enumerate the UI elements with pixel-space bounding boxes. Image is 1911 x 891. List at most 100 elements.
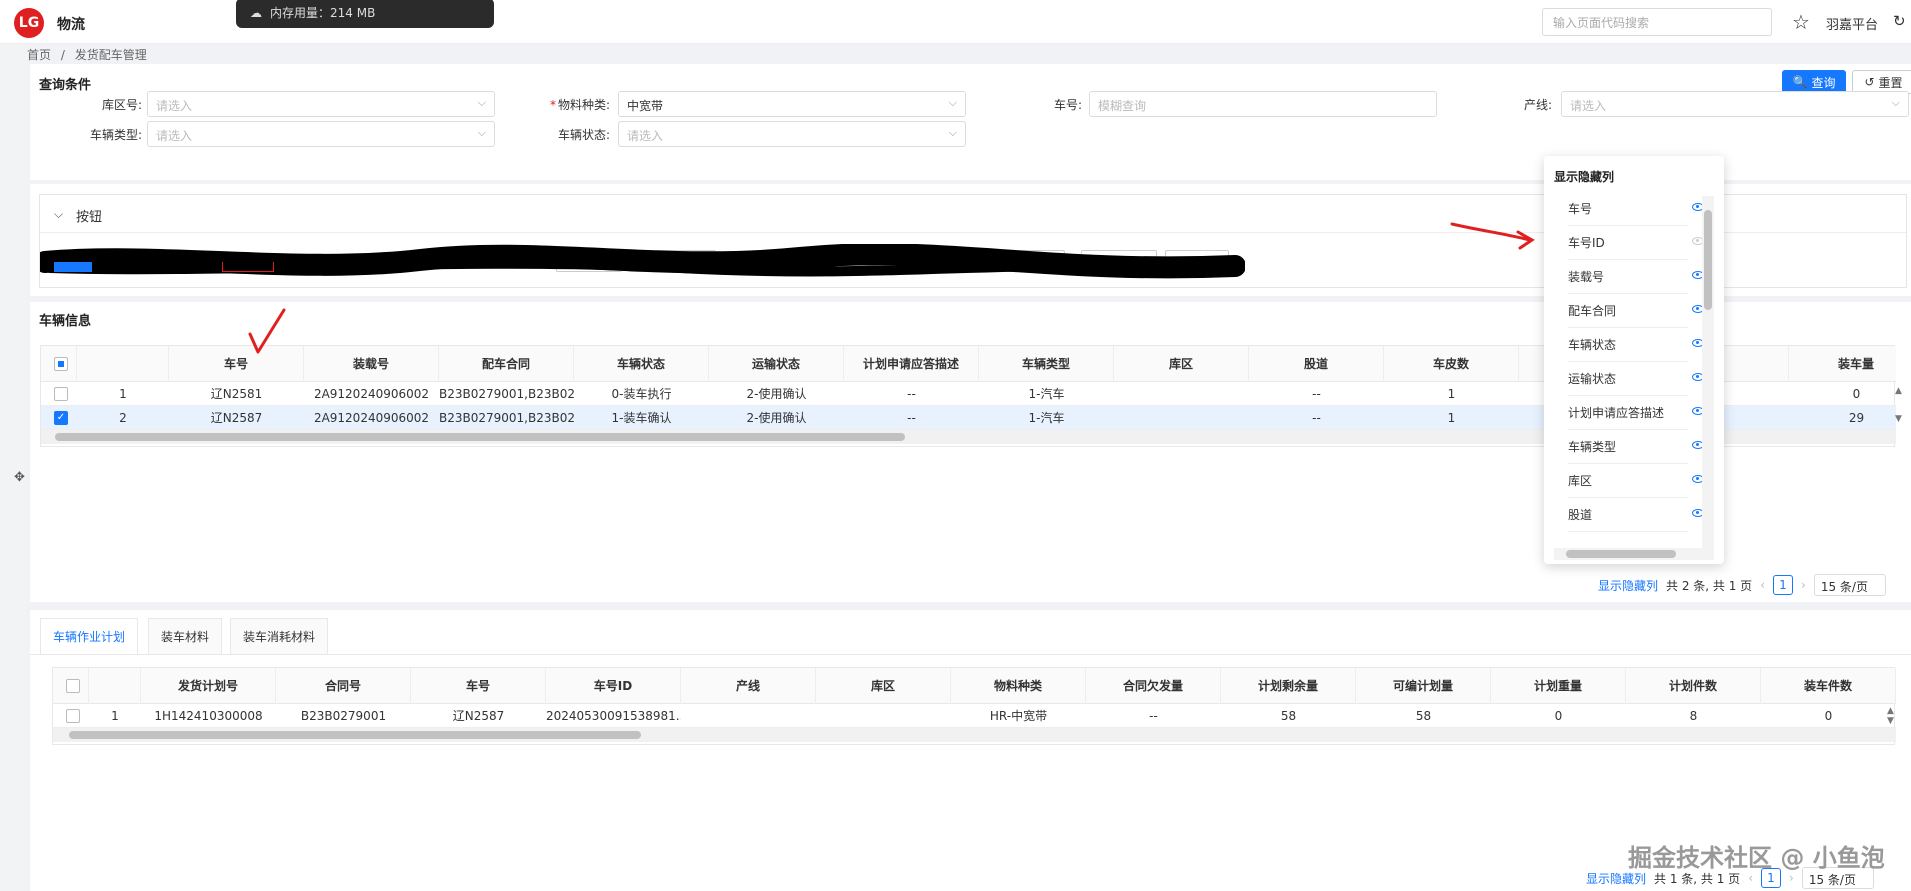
scrollbar-thumb[interactable] [55, 433, 905, 441]
column-toggle-vehicle-status[interactable]: 车辆状态 [1568, 328, 1704, 362]
buttons-panel-title: 按钮 [76, 210, 103, 225]
scrollbar-thumb[interactable] [1566, 550, 1676, 558]
scrollbar-thumb[interactable] [69, 731, 641, 739]
reset-button-label: 重置 [1878, 75, 1903, 90]
platform-name[interactable]: 羽嘉平台 [1826, 14, 1878, 33]
col-header-load-no[interactable]: 装载号 [304, 346, 439, 382]
cell-contract-no: B23B0279001 [300, 709, 387, 723]
tab-loading-consumables[interactable]: 装车消耗材料 [230, 618, 329, 654]
cell-load-amount: 0 [1852, 387, 1861, 401]
danger-button-fragment[interactable] [222, 262, 274, 272]
col-header-contract-no[interactable]: 合同号 [276, 668, 411, 704]
tab-loading-materials[interactable]: 装车材料 [148, 618, 223, 654]
vehicle-status-select[interactable]: 请选入 ⌵ [618, 121, 966, 147]
row-index: 1 [119, 387, 127, 401]
row-checkbox[interactable] [66, 709, 80, 723]
col-header-area[interactable]: 库区 [1114, 346, 1249, 382]
next-page-icon[interactable]: › [1789, 871, 1794, 885]
cell-car-no: 辽N2581 [210, 387, 263, 401]
cell-plan-desc: -- [907, 411, 916, 425]
column-popup-hscrollbar[interactable] [1554, 548, 1714, 560]
column-popup-vscrollbar[interactable] [1702, 196, 1714, 548]
cell-area [1114, 382, 1249, 406]
col-header-plan-pieces[interactable]: 计划件数 [1626, 668, 1761, 704]
col-header-material-type[interactable]: 物料种类 [951, 668, 1086, 704]
chevron-down-icon: ⌵ [948, 126, 957, 139]
page-code-search-input[interactable]: 输入页面代码搜索 [1542, 8, 1772, 36]
col-header-contract-owed[interactable]: 合同欠发量 [1086, 668, 1221, 704]
col-header-wagon-count[interactable]: 车皮数 [1384, 346, 1519, 382]
prev-page-icon[interactable]: ‹ [1748, 871, 1753, 885]
memory-usage-text: 内存用量：214 MB [270, 6, 376, 20]
col-header-car-id[interactable]: 车号ID [546, 668, 681, 704]
cell-car-no: 辽N2587 [452, 709, 505, 723]
chevron-down-icon: ⌵ [948, 96, 957, 109]
col-header-car-no[interactable]: 车号 [411, 668, 546, 704]
tab-divider [30, 654, 1911, 655]
col-header-load-amount[interactable]: 装车量 [1789, 346, 1911, 382]
scroll-up-arrow-icon[interactable]: ▲ [1887, 706, 1894, 716]
breadcrumb-home[interactable]: 首页 [27, 48, 51, 62]
col-header-plannable[interactable]: 可编计划量 [1356, 668, 1491, 704]
column-toggle-track[interactable]: 股道 [1568, 498, 1704, 532]
tab-vehicle-work-plan[interactable]: 车辆作业计划 [40, 618, 139, 654]
scroll-up-arrow-icon[interactable]: ▲ [1895, 386, 1902, 396]
vehicle-table-pager: 显示隐藏列 共 2 条, 共 1 页 ‹ 1 › 15 条/页 [1598, 574, 1886, 596]
production-line-select[interactable]: 请选入 ⌵ [1561, 91, 1909, 117]
scroll-down-arrow-icon[interactable]: ▼ [1895, 414, 1902, 424]
chevron-down-icon: ⌵ [477, 96, 486, 109]
row-checkbox[interactable]: ✓ [54, 411, 68, 425]
col-header-production-line[interactable]: 产线 [681, 668, 816, 704]
prev-page-icon[interactable]: ‹ [1760, 578, 1765, 592]
area-no-placeholder: 请选入 [156, 99, 193, 113]
table-row[interactable]: 1 1H142410300008 B23B0279001 辽N2587 2024… [53, 704, 1896, 728]
row-checkbox[interactable] [54, 387, 68, 401]
primary-button-fragment[interactable] [54, 262, 92, 272]
cell-area [816, 704, 951, 728]
col-header-vehicle-type[interactable]: 车辆类型 [979, 346, 1114, 382]
sidebar-collapse-icon[interactable]: ✥ [14, 470, 25, 485]
cell-contract: B23B0279001,B23B02... [439, 411, 574, 425]
column-toggle-area[interactable]: 库区 [1568, 464, 1704, 498]
vehicle-type-select[interactable]: 请选入 ⌵ [147, 121, 495, 147]
page-size-select[interactable]: 15 条/页 [1813, 574, 1886, 596]
toggle-hidden-columns-link[interactable]: 显示隐藏列 [1598, 577, 1658, 594]
refresh-icon[interactable]: ↻ [1893, 12, 1906, 30]
column-toggle-vehicle-type[interactable]: 车辆类型 [1568, 430, 1704, 464]
column-toggle-plan-desc[interactable]: 计划申请应答描述 [1568, 396, 1704, 430]
cloud-icon: ☁ [250, 6, 262, 20]
work-plan-table-header: 发货计划号 合同号 车号 车号ID 产线 库区 物料种类 合同欠发量 计划剩余量… [53, 668, 1896, 704]
col-header-transport-status[interactable]: 运输状态 [709, 346, 844, 382]
col-header-vehicle-status[interactable]: 车辆状态 [574, 346, 709, 382]
breadcrumb: 首页 / 发货配车管理 [27, 46, 153, 63]
column-toggle-car-id[interactable]: 车号ID [1568, 226, 1704, 260]
cell-plan-pieces: 8 [1689, 709, 1698, 723]
breadcrumb-separator: / [60, 48, 65, 62]
work-plan-table-hscrollbar[interactable] [53, 728, 1896, 742]
column-toggle-transport-status[interactable]: 运输状态 [1568, 362, 1704, 396]
next-page-icon[interactable]: › [1801, 578, 1806, 592]
column-toggle-load-no[interactable]: 装载号 [1568, 260, 1704, 294]
car-no-input[interactable]: 模糊查询 [1089, 91, 1437, 117]
column-toggle-car-no[interactable]: 车号 [1568, 192, 1704, 226]
favorite-star-icon[interactable]: ☆ [1792, 10, 1810, 34]
cell-plannable: 58 [1415, 709, 1432, 723]
page-number[interactable]: 1 [1773, 575, 1793, 595]
col-header-plan-desc[interactable]: 计划申请应答描述 [844, 346, 979, 382]
col-header-area[interactable]: 库区 [816, 668, 951, 704]
col-header-ship-plan-no[interactable]: 发货计划号 [141, 668, 276, 704]
material-type-select[interactable]: 中宽带 ⌵ [618, 91, 966, 117]
col-header-plan-weight[interactable]: 计划重量 [1491, 668, 1626, 704]
scrollbar-thumb[interactable] [1704, 210, 1712, 310]
col-header-contract[interactable]: 配车合同 [439, 346, 574, 382]
cell-wagon-count: 1 [1447, 387, 1456, 401]
col-header-plan-remaining[interactable]: 计划剩余量 [1221, 668, 1356, 704]
column-visibility-popup: 显示隐藏列 车号 车号ID 装载号 配车合同 车辆状态 运输状态 计划申请应答描… [1544, 156, 1724, 564]
col-header-loaded-pieces[interactable]: 装车件数 [1761, 668, 1896, 704]
app-logo[interactable]: LG [14, 8, 44, 38]
scroll-down-arrow-icon[interactable]: ▼ [1887, 716, 1894, 726]
area-no-select[interactable]: 请选入 ⌵ [147, 91, 495, 117]
column-toggle-contract[interactable]: 配车合同 [1568, 294, 1704, 328]
cell-load-no: 2A9120240906002 [313, 387, 430, 401]
col-header-track[interactable]: 股道 [1249, 346, 1384, 382]
